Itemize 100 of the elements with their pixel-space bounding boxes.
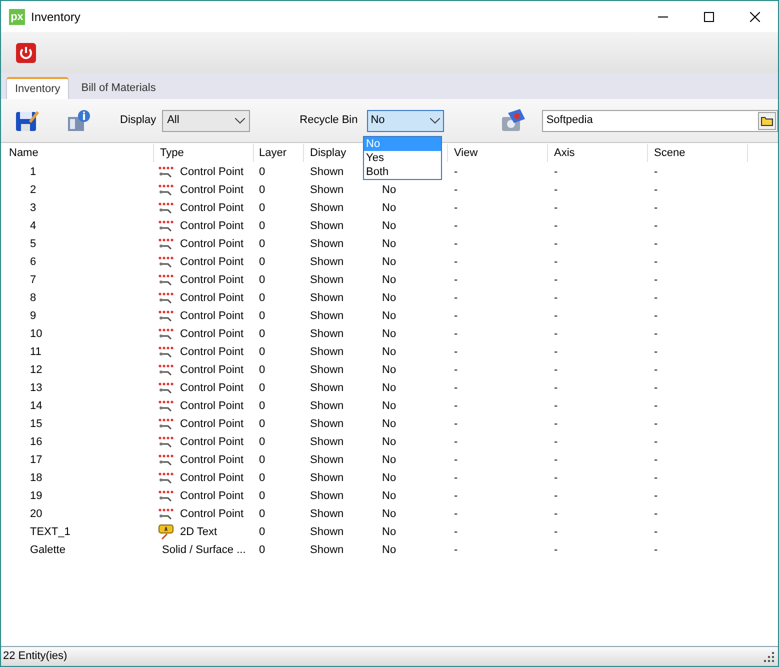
table-cell-text: - [454,452,458,468]
table-cell-text: - [654,236,658,252]
table-cell-text: Shown [310,326,344,342]
info-button[interactable] [67,108,91,132]
table-cell-text: - [554,524,558,540]
tab[interactable]: Bill of Materials [73,77,164,99]
table-cell-text: 0 [259,416,266,432]
table-cell-text: 0 [259,272,266,288]
recycle-bin-dropdown[interactable]: No [366,110,444,132]
table-cell-text: Control Point [180,452,244,468]
table-cell-text: TEXT_1 [30,524,70,540]
table-cell-text: - [654,218,658,234]
table-cell-text: Galette [30,542,66,558]
table-cell-text: No [382,236,396,252]
control-point-icon [158,255,174,269]
table-cell-text: - [554,254,558,270]
table-cell-text: - [654,308,658,324]
display-dropdown[interactable]: All [162,110,250,132]
table-cell-text: - [454,200,458,216]
table-cell-text: - [654,452,658,468]
dropdown-option[interactable]: Both [364,165,441,179]
control-point-icon [158,219,174,233]
table-cell-text: - [554,488,558,504]
table-cell-text: - [454,236,458,252]
table-cell-text: 11 [30,344,42,360]
table-cell-text: Shown [310,398,344,414]
control-point-icon [158,471,174,485]
table-cell-text: - [654,200,658,216]
maximize-icon[interactable] [704,12,714,22]
dropdown-option[interactable]: Yes [364,151,441,165]
table-cell-text: 0 [259,524,266,540]
table-cell-text: - [454,344,458,360]
control-point-icon [158,165,174,179]
table-cell-text: - [454,434,458,450]
table-cell-text: Shown [310,524,344,540]
table-cell-text: - [554,290,558,306]
control-point-icon [158,453,174,467]
power-button[interactable] [15,42,37,64]
table-cell-text: - [654,290,658,306]
text-label-icon [158,524,174,540]
table-cell-text: - [654,164,658,180]
control-point-icon [158,417,174,431]
table-cell-text: No [382,308,396,324]
table-cell-text: - [554,434,558,450]
table-cell-text: 4 [30,218,36,234]
table-cell-text: - [454,542,458,558]
table-cell-text: No [382,218,396,234]
table-cell-text: No [382,344,396,360]
close-icon[interactable] [750,12,760,22]
table-cell-text: - [454,182,458,198]
camera-button[interactable] [500,108,526,132]
control-point-icon [158,345,174,359]
table-cell-text: - [554,326,558,342]
table-cell-text: Shown [310,542,344,558]
column-header: View [454,146,478,161]
table-cell-text: - [654,488,658,504]
control-point-icon [158,237,174,251]
table-cell-text: No [382,434,396,450]
table-cell-text: - [654,398,658,414]
table-cell-text: - [454,506,458,522]
table-cell-text: Control Point [180,200,244,216]
table-cell-text: 19 [30,488,42,504]
table-cell-text: 0 [259,236,266,252]
table-cell-text: - [454,272,458,288]
tab[interactable]: Inventory [6,77,70,99]
table-cell-text: - [654,380,658,396]
save-edit-button[interactable] [15,108,39,132]
resize-grip-icon[interactable] [764,652,774,662]
table-cell-text: 0 [259,380,266,396]
control-point-icon [158,399,174,413]
chevron-down-icon[interactable] [430,118,440,124]
table-cell-text: 2D Text [180,524,218,540]
column-header: Display [310,146,346,161]
status-text: 22 Entity(ies) [3,649,68,664]
table-cell-text: 17 [30,452,42,468]
table-cell-text: - [654,326,658,342]
table-cell-text: - [554,272,558,288]
table-cell-text: - [554,362,558,378]
table-cell-text: Shown [310,164,344,180]
table-cell-text: Shown [310,254,344,270]
table-cell-text: - [454,218,458,234]
table-cell-text: Shown [310,182,344,198]
table-cell-text: 0 [259,308,266,324]
app-logo: px [9,8,25,24]
column-header: Axis [554,146,575,161]
table-cell-text: - [654,182,658,198]
table-cell-text: - [554,506,558,522]
table-cell-text: 7 [30,272,36,288]
table-cell-text: Shown [310,416,344,432]
table-cell-text: 3 [30,200,36,216]
control-point-icon [158,201,174,215]
table-cell-text: Control Point [180,290,244,306]
table-cell-text: 0 [259,398,266,414]
table-cell-text: Shown [310,290,344,306]
chevron-down-icon[interactable] [234,118,245,124]
table-cell-text: No [382,470,396,486]
control-point-icon [158,291,174,305]
control-point-icon [158,273,174,287]
table-cell-text: Control Point [180,506,244,522]
table-cell-text: No [382,182,396,198]
